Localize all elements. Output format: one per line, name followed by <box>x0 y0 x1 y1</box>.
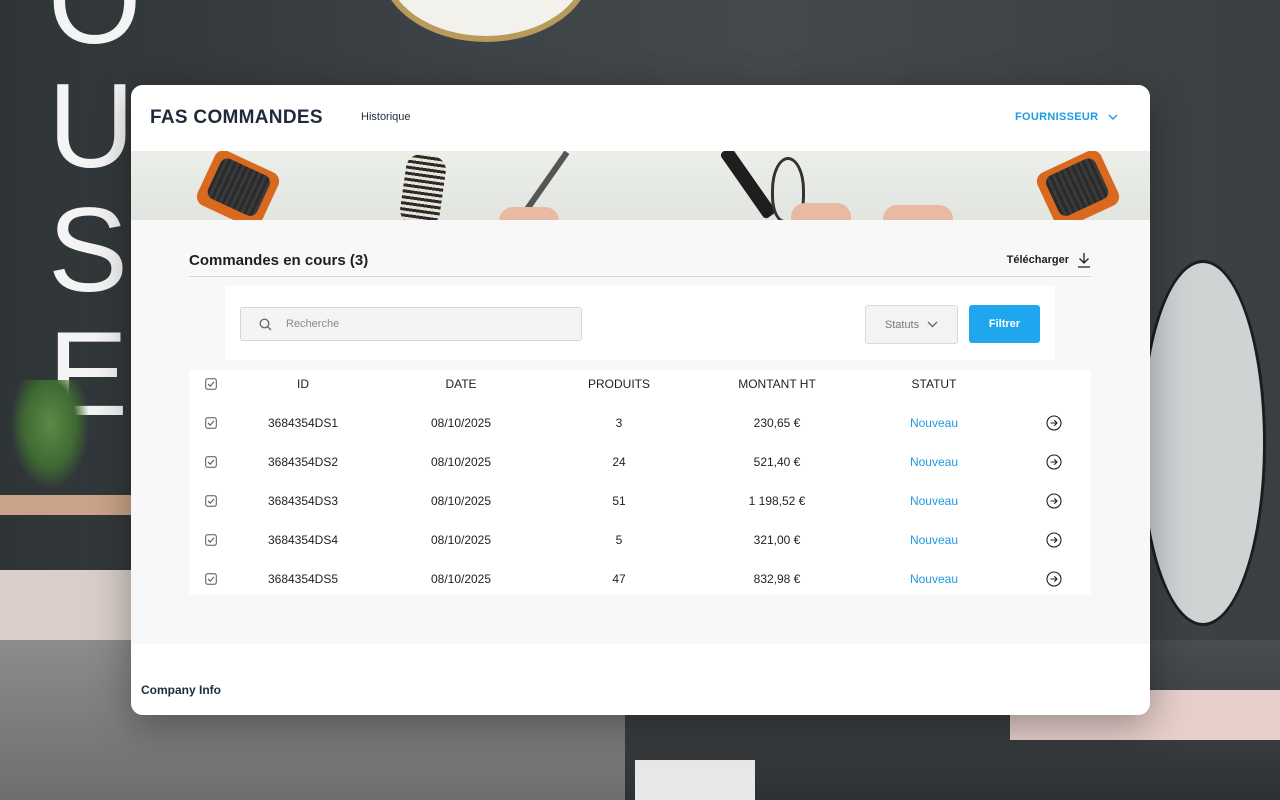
checkbox-checked-icon <box>205 494 217 507</box>
table-row[interactable]: 3684354DS4 08/10/2025 5 321,00 € Nouveau <box>189 520 1091 559</box>
background-screen <box>635 760 755 800</box>
order-products: 3 <box>615 415 623 430</box>
hairbrush-image <box>193 151 283 220</box>
background-wall-lettering: OUSE <box>48 0 142 441</box>
order-status-link[interactable]: Nouveau <box>874 520 994 559</box>
filter-button[interactable]: Filtrer <box>969 305 1040 343</box>
order-status-link[interactable]: Nouveau <box>874 403 994 442</box>
column-header-status[interactable]: STATUT <box>874 364 994 403</box>
hand-image-2 <box>791 203 851 220</box>
order-id: 3684354DS1 <box>267 415 339 430</box>
arrow-right-circle-icon <box>1046 570 1062 587</box>
search-input[interactable] <box>284 317 548 331</box>
chevron-down-icon <box>1108 114 1118 120</box>
row-checkbox[interactable] <box>199 442 223 481</box>
table-row[interactable]: 3684354DS3 08/10/2025 51 1 198,52 € Nouv… <box>189 481 1091 520</box>
order-date: 08/10/2025 <box>430 532 492 547</box>
table-row[interactable]: 3684354DS5 08/10/2025 47 832,98 € Nouvea… <box>189 559 1091 598</box>
order-date: 08/10/2025 <box>430 415 492 430</box>
status-dropdown[interactable]: Statuts <box>865 305 958 344</box>
open-order-button[interactable] <box>1042 442 1066 481</box>
arrow-right-circle-icon <box>1046 492 1062 509</box>
table-row[interactable]: 3684354DS2 08/10/2025 24 521,40 € Nouvea… <box>189 442 1091 481</box>
row-checkbox[interactable] <box>199 520 223 559</box>
open-order-button[interactable] <box>1042 481 1066 520</box>
row-checkbox[interactable] <box>199 559 223 598</box>
background-plant <box>10 380 90 490</box>
order-date: 08/10/2025 <box>430 493 492 508</box>
order-date: 08/10/2025 <box>430 571 492 586</box>
section-title: Commandes en cours (3) <box>189 252 369 269</box>
order-status-link[interactable]: Nouveau <box>874 442 994 481</box>
table-header-row: ID DATE PRODUITS MONTANT HT STATUT <box>189 364 1091 403</box>
brand-logo[interactable]: FAS COMMANDES <box>150 107 323 129</box>
table-row[interactable]: 3684354DS1 08/10/2025 3 230,65 € Nouveau <box>189 403 1091 442</box>
order-status-link[interactable]: Nouveau <box>874 559 994 598</box>
order-id: 3684354DS5 <box>267 571 339 586</box>
orders-table: ID DATE PRODUITS MONTANT HT STATUT 36843… <box>189 370 1091 594</box>
main-content: Commandes en cours (3) Télécharger Statu… <box>131 220 1150 644</box>
background-desk <box>0 495 135 515</box>
checkbox-checked-icon <box>205 416 217 429</box>
hand-image <box>499 207 559 220</box>
nav-link-history[interactable]: Historique <box>361 111 411 123</box>
background-counter <box>0 570 135 640</box>
download-button[interactable]: Télécharger <box>1007 252 1091 268</box>
download-icon <box>1078 253 1090 268</box>
hairbrush-image-2 <box>1033 151 1123 220</box>
footer: Company Info <box>131 644 1150 715</box>
supplier-menu[interactable]: FOURNISSEUR <box>1015 111 1118 123</box>
footer-company-info[interactable]: Company Info <box>141 683 221 697</box>
checkbox-checked-icon <box>205 572 217 585</box>
arrow-right-circle-icon <box>1046 453 1062 470</box>
row-checkbox[interactable] <box>199 403 223 442</box>
round-brush-image <box>398 152 448 220</box>
order-products: 24 <box>612 454 626 469</box>
app-window: FAS COMMANDES Historique FOURNISSEUR Com… <box>131 85 1150 715</box>
open-order-button[interactable] <box>1042 403 1066 442</box>
open-order-button[interactable] <box>1042 520 1066 559</box>
chevron-down-icon <box>927 321 938 328</box>
checkbox-checked-icon <box>205 533 217 546</box>
filter-bar: Statuts Filtrer <box>225 286 1055 360</box>
background-mirror <box>1140 260 1266 626</box>
column-header-products[interactable]: PRODUITS <box>559 364 679 403</box>
order-products: 5 <box>615 532 623 547</box>
download-label: Télécharger <box>1006 254 1069 266</box>
order-amount: 230,65 € <box>753 415 801 430</box>
section-header: Commandes en cours (3) Télécharger <box>189 244 1091 277</box>
open-order-button[interactable] <box>1042 559 1066 598</box>
supplier-menu-label: FOURNISSEUR <box>1015 111 1099 123</box>
order-date: 08/10/2025 <box>430 454 492 469</box>
arrow-right-circle-icon <box>1046 414 1062 431</box>
checkbox-checked-icon <box>205 455 217 468</box>
select-all-checkbox[interactable] <box>199 364 223 403</box>
order-amount: 1 198,52 € <box>748 493 806 508</box>
arrow-right-circle-icon <box>1046 531 1062 548</box>
column-header-date[interactable]: DATE <box>401 364 521 403</box>
column-header-id[interactable]: ID <box>243 364 363 403</box>
status-dropdown-label: Statuts <box>884 318 920 331</box>
order-amount: 321,00 € <box>753 532 801 547</box>
order-id: 3684354DS3 <box>267 493 339 508</box>
search-field[interactable] <box>240 307 582 341</box>
top-header: FAS COMMANDES Historique FOURNISSEUR <box>131 85 1150 151</box>
order-amount: 521,40 € <box>753 454 801 469</box>
order-status-link[interactable]: Nouveau <box>874 481 994 520</box>
order-products: 51 <box>612 493 626 508</box>
search-icon <box>259 317 272 330</box>
hand-image-3 <box>883 205 953 220</box>
row-checkbox[interactable] <box>199 481 223 520</box>
order-id: 3684354DS4 <box>267 532 339 547</box>
order-products: 47 <box>612 571 626 586</box>
tint-brush-image <box>719 151 777 220</box>
order-id: 3684354DS2 <box>267 454 339 469</box>
order-amount: 832,98 € <box>753 571 801 586</box>
hero-banner-image <box>131 151 1150 220</box>
column-header-amount[interactable]: MONTANT HT <box>717 364 837 403</box>
checkbox-checked-icon <box>205 377 217 390</box>
